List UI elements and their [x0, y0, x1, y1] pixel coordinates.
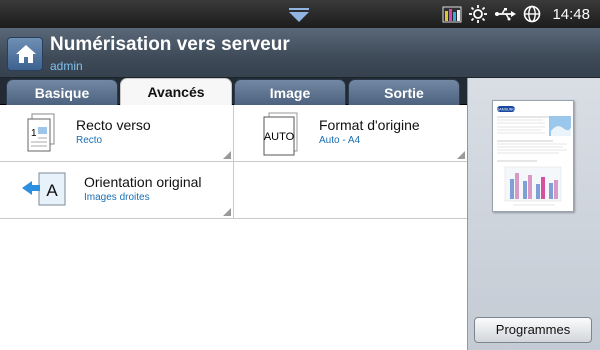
option-duplex[interactable]: 1 Recto verso Recto [0, 105, 233, 161]
document-thumbnail: SAMSUNG [497, 106, 571, 206]
orientation-icon: A [22, 172, 66, 206]
page-title: Numérisation vers serveur [50, 34, 290, 55]
home-icon [16, 45, 36, 63]
usb-icon[interactable] [494, 7, 517, 21]
duplex-value: Recto [76, 135, 103, 146]
duplex-label: Recto verso [76, 117, 151, 133]
toner-levels-icon[interactable] [442, 5, 462, 23]
home-button[interactable] [7, 37, 43, 71]
status-bar: 14:48 [0, 0, 600, 28]
tab-basique[interactable]: Basique [6, 79, 118, 105]
original-size-value: Auto - A4 [319, 135, 361, 146]
svg-text:1: 1 [31, 128, 37, 139]
original-size-label: Format d'origine [319, 117, 420, 133]
brightness-icon[interactable] [469, 5, 488, 23]
user-name: admin [50, 59, 83, 73]
tab-avances[interactable]: Avancés [120, 78, 232, 106]
tab-image[interactable]: Image [234, 79, 346, 105]
notification-pull-arrow-icon[interactable] [287, 7, 311, 23]
orientation-value: Images droites [84, 192, 150, 203]
brand-logo: SAMSUNG [497, 108, 515, 112]
option-orientation[interactable]: A Orientation original Images droites [0, 162, 233, 218]
status-icons: 14:48 [442, 4, 590, 24]
empty-option-cell [234, 162, 467, 218]
auto-size-icon-text: AUTO [264, 131, 295, 143]
orientation-icon-text: A [46, 181, 58, 200]
corner-indicator-icon [223, 208, 231, 216]
preview-panel: SAMSUNG Programmes [467, 78, 600, 350]
option-original-size[interactable]: AUTO Format d'origine Auto - A4 [234, 105, 467, 161]
title-bar: Numérisation vers serveur admin [0, 28, 600, 78]
document-preview[interactable]: SAMSUNG [492, 100, 574, 212]
clock: 14:48 [552, 5, 590, 23]
corner-indicator-icon [223, 151, 231, 159]
options-panel: 1 Recto verso Recto AUTO Format d'origin… [0, 105, 467, 350]
auto-size-icon: AUTO [263, 112, 298, 156]
duplex-page-icon: 1 [27, 113, 55, 152]
corner-indicator-icon [457, 151, 465, 159]
divider [233, 105, 234, 218]
tab-sortie[interactable]: Sortie [348, 79, 460, 105]
orientation-label: Orientation original [84, 174, 202, 190]
programs-button[interactable]: Programmes [474, 317, 592, 343]
network-globe-icon[interactable] [523, 5, 541, 23]
divider [0, 218, 467, 219]
